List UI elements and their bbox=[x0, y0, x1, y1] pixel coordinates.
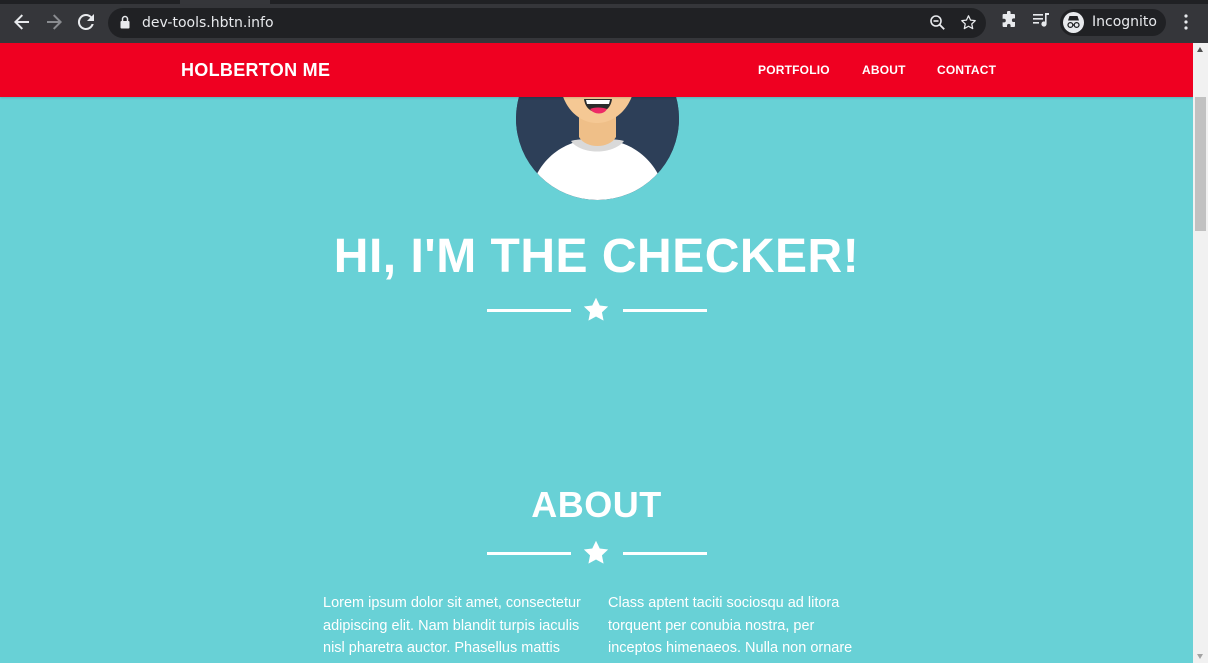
active-tab[interactable] bbox=[180, 0, 270, 4]
url-text: dev-tools.hbtn.info bbox=[142, 15, 274, 31]
hero-divider bbox=[487, 296, 707, 326]
about-text-line: adipiscing elit. Nam blandit turpis iacu… bbox=[323, 617, 580, 634]
menu-kebab-icon[interactable] bbox=[1183, 14, 1189, 30]
divider-line bbox=[623, 552, 707, 555]
nav-link-about[interactable]: ABOUT bbox=[862, 63, 906, 77]
zoom-icon[interactable] bbox=[929, 14, 946, 31]
incognito-icon bbox=[1063, 12, 1084, 33]
about-divider bbox=[487, 539, 707, 569]
page-viewport: HOLBERTON ME PORTFOLIO ABOUT CONTACT HI,… bbox=[0, 43, 1193, 663]
extensions-icon[interactable] bbox=[1000, 11, 1018, 29]
about-text-line: Class aptent taciti sociosqu ad litora bbox=[608, 595, 840, 611]
back-arrow-icon bbox=[14, 14, 29, 30]
star-icon bbox=[583, 297, 609, 321]
divider-line bbox=[623, 309, 707, 312]
forward-button[interactable] bbox=[43, 11, 65, 33]
scroll-down-arrow-icon[interactable] bbox=[1197, 654, 1203, 659]
about-text-line: inceptos himenaeos. Nulla non ornare bbox=[608, 640, 853, 656]
lock-icon bbox=[120, 15, 130, 29]
about-text-right: Class aptent taciti sociosqu ad litora t… bbox=[608, 592, 878, 660]
page-scrollbar[interactable] bbox=[1193, 43, 1208, 663]
nav-link-portfolio[interactable]: PORTFOLIO bbox=[758, 63, 830, 77]
about-text-line: torquent per conubia nostra, per bbox=[608, 617, 815, 634]
brand-logo[interactable]: HOLBERTON ME bbox=[181, 60, 330, 81]
about-text-line: Lorem ipsum dolor sit amet, consectetur bbox=[323, 595, 581, 611]
tab-strip bbox=[0, 0, 1208, 4]
bookmark-star-icon[interactable] bbox=[960, 14, 977, 31]
nav-link-contact[interactable]: CONTACT bbox=[937, 63, 996, 77]
divider-line bbox=[487, 552, 571, 555]
star-icon bbox=[583, 540, 609, 564]
incognito-label: Incognito bbox=[1092, 14, 1157, 30]
about-text-left: Lorem ipsum dolor sit amet, consectetur … bbox=[323, 592, 593, 660]
forward-arrow-icon bbox=[47, 14, 62, 30]
hero-title: HI, I'M THE CHECKER! bbox=[333, 230, 860, 283]
divider-line bbox=[487, 309, 571, 312]
browser-chrome: dev-tools.hbtn.info Incognito bbox=[0, 0, 1208, 43]
address-bar[interactable]: dev-tools.hbtn.info bbox=[108, 8, 986, 38]
media-icon[interactable] bbox=[1032, 11, 1050, 29]
about-text-line: nisl pharetra auctor. Phasellus mattis bbox=[323, 640, 560, 656]
incognito-badge[interactable]: Incognito bbox=[1060, 9, 1166, 36]
about-title: ABOUT bbox=[531, 484, 662, 525]
reload-button[interactable] bbox=[75, 11, 97, 33]
site-navbar: HOLBERTON ME PORTFOLIO ABOUT CONTACT bbox=[0, 43, 1193, 97]
scrollbar-thumb[interactable] bbox=[1195, 97, 1206, 231]
scroll-up-arrow-icon[interactable] bbox=[1197, 47, 1203, 52]
reload-icon bbox=[77, 13, 94, 30]
back-button[interactable] bbox=[11, 11, 33, 33]
